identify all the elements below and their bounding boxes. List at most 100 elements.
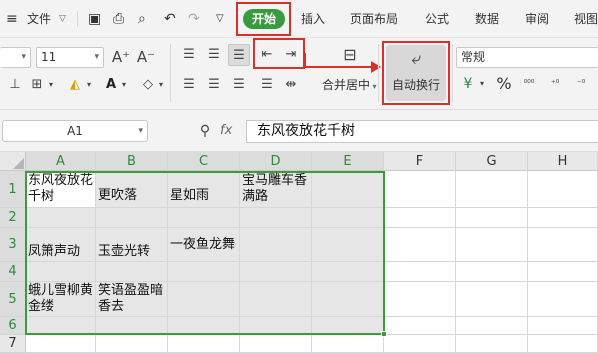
cell-h6[interactable] bbox=[528, 317, 598, 335]
fx-icon[interactable]: fx bbox=[220, 123, 232, 138]
font-size-combo[interactable]: 11 ▾ bbox=[36, 47, 104, 68]
cell-c2[interactable] bbox=[168, 208, 240, 228]
print-preview-icon[interactable]: ⌕ bbox=[138, 0, 146, 38]
row-header-4[interactable]: 4 bbox=[0, 262, 26, 282]
align-bottom-icon[interactable]: ☰ bbox=[228, 44, 250, 66]
cell-e7[interactable] bbox=[312, 335, 384, 353]
font-name-combo[interactable]: ▾ bbox=[0, 47, 31, 68]
cell-c1[interactable]: 星如雨 bbox=[168, 171, 240, 208]
distributed-icon[interactable]: ⇹ bbox=[280, 74, 302, 96]
cell-e5[interactable] bbox=[312, 282, 384, 317]
name-box[interactable]: A1 ▾ bbox=[2, 120, 148, 142]
currency-dropdown-icon[interactable]: ▾ bbox=[477, 73, 487, 95]
column-header-d[interactable]: D bbox=[240, 152, 312, 171]
tab-home[interactable]: 开始 bbox=[243, 9, 285, 29]
cell-h3[interactable] bbox=[528, 228, 598, 262]
cell-f3[interactable] bbox=[384, 228, 456, 262]
save-icon[interactable]: ▣ bbox=[88, 0, 101, 38]
chevron-down-icon[interactable]: ▾ bbox=[138, 121, 143, 141]
row-header-6[interactable]: 6 bbox=[0, 317, 26, 335]
cell-f1[interactable] bbox=[384, 171, 456, 208]
cell-a3[interactable]: 凤箫声动 bbox=[26, 228, 96, 262]
cell-h4[interactable] bbox=[528, 262, 598, 282]
row-header-1[interactable]: 1 bbox=[0, 171, 26, 208]
undo-icon[interactable]: ↶ bbox=[164, 0, 176, 38]
zoom-search-icon[interactable]: ⚲ bbox=[194, 120, 216, 142]
column-header-h[interactable]: H bbox=[528, 152, 598, 171]
shrink-font-icon[interactable]: A⁻ bbox=[135, 46, 157, 68]
cell-d6[interactable] bbox=[240, 317, 312, 335]
fill-handle[interactable] bbox=[381, 331, 387, 337]
align-left-icon[interactable]: ☰ bbox=[178, 74, 200, 96]
decrease-decimal-icon[interactable]: ⁻⁰ bbox=[570, 73, 592, 95]
fill-color-dropdown-icon[interactable]: ▾ bbox=[84, 74, 94, 96]
cell-c6[interactable] bbox=[168, 317, 240, 335]
cell-d5[interactable] bbox=[240, 282, 312, 317]
cell-d7[interactable] bbox=[240, 335, 312, 353]
customize-quick-access-icon[interactable]: ▽ bbox=[216, 0, 224, 38]
cell-g5[interactable] bbox=[456, 282, 528, 317]
cell-e3[interactable] bbox=[312, 228, 384, 262]
cell-c3[interactable]: 一夜鱼龙舞 bbox=[168, 228, 240, 262]
align-center-icon[interactable]: ☰ bbox=[203, 74, 225, 96]
cell-b1[interactable]: 更吹落 bbox=[96, 171, 168, 208]
cell-g2[interactable] bbox=[456, 208, 528, 228]
tab-view[interactable]: 视图 bbox=[574, 0, 598, 38]
merge-center-button[interactable]: 合并居中 ▾ bbox=[322, 76, 377, 93]
row-header-2[interactable]: 2 bbox=[0, 208, 26, 228]
align-top-icon[interactable]: ☰ bbox=[178, 44, 200, 66]
increase-decimal-icon[interactable]: ⁺⁰ bbox=[544, 73, 566, 95]
justify-icon[interactable]: ☰ bbox=[256, 74, 278, 96]
formula-input[interactable]: 东风夜放花千树 bbox=[246, 120, 598, 143]
column-header-e[interactable]: E bbox=[312, 152, 384, 171]
cell-b5[interactable]: 笑语盈盈暗香去 bbox=[96, 282, 168, 317]
redo-icon[interactable]: ↷ bbox=[188, 0, 200, 38]
cell-b3[interactable]: 玉壶光转 bbox=[96, 228, 168, 262]
cell-b6[interactable] bbox=[96, 317, 168, 335]
cell-a7[interactable] bbox=[26, 335, 96, 353]
increase-indent-icon[interactable]: ⇥ bbox=[280, 44, 302, 66]
tab-insert[interactable]: 插入 bbox=[301, 0, 325, 38]
cell-a1[interactable]: 东风夜放花千树 bbox=[26, 171, 96, 208]
cell-g6[interactable] bbox=[456, 317, 528, 335]
cell-f7[interactable] bbox=[384, 335, 456, 353]
fill-color-icon[interactable]: ◭ bbox=[64, 74, 86, 96]
column-header-c[interactable]: C bbox=[168, 152, 240, 171]
cell-d2[interactable] bbox=[240, 208, 312, 228]
italic-underline-icon[interactable]: ⊥ bbox=[4, 74, 26, 96]
tab-page-layout[interactable]: 页面布局 bbox=[350, 0, 398, 38]
border-dropdown-icon[interactable]: ▾ bbox=[46, 74, 56, 96]
cell-c7[interactable] bbox=[168, 335, 240, 353]
cell-g4[interactable] bbox=[456, 262, 528, 282]
cell-c4[interactable] bbox=[168, 262, 240, 282]
hamburger-icon[interactable]: ≡ bbox=[6, 0, 18, 38]
tab-data[interactable]: 数据 bbox=[475, 0, 499, 38]
row-header-5[interactable]: 5 bbox=[0, 282, 26, 317]
cell-a5[interactable]: 蛾儿雪柳黄金缕 bbox=[26, 282, 96, 317]
cell-d4[interactable] bbox=[240, 262, 312, 282]
cell-a6[interactable] bbox=[26, 317, 96, 335]
print-icon[interactable]: ⎙ bbox=[113, 0, 124, 38]
cell-g1[interactable] bbox=[456, 171, 528, 208]
percent-icon[interactable]: % bbox=[493, 73, 515, 95]
column-header-b[interactable]: B bbox=[96, 152, 168, 171]
decrease-indent-icon[interactable]: ⇤ bbox=[256, 44, 278, 66]
column-header-f[interactable]: F bbox=[384, 152, 456, 171]
cell-d3[interactable] bbox=[240, 228, 312, 262]
wrap-text-button[interactable]: ⤶ 自动换行 bbox=[386, 45, 446, 101]
number-format-combo[interactable]: 常规 bbox=[456, 47, 598, 68]
align-middle-icon[interactable]: ☰ bbox=[203, 44, 225, 66]
cell-f2[interactable] bbox=[384, 208, 456, 228]
cell-h2[interactable] bbox=[528, 208, 598, 228]
cell-c5[interactable] bbox=[168, 282, 240, 317]
cell-e2[interactable] bbox=[312, 208, 384, 228]
row-header-7[interactable]: 7 bbox=[0, 335, 26, 353]
border-icon[interactable]: ⊞ bbox=[26, 74, 48, 96]
tab-formulas[interactable]: 公式 bbox=[425, 0, 449, 38]
cell-b7[interactable] bbox=[96, 335, 168, 353]
chevron-down-icon[interactable]: ▽ bbox=[59, 0, 66, 38]
grow-font-icon[interactable]: A⁺ bbox=[110, 46, 132, 68]
tab-review[interactable]: 审阅 bbox=[525, 0, 549, 38]
cell-f4[interactable] bbox=[384, 262, 456, 282]
cell-f5[interactable] bbox=[384, 282, 456, 317]
